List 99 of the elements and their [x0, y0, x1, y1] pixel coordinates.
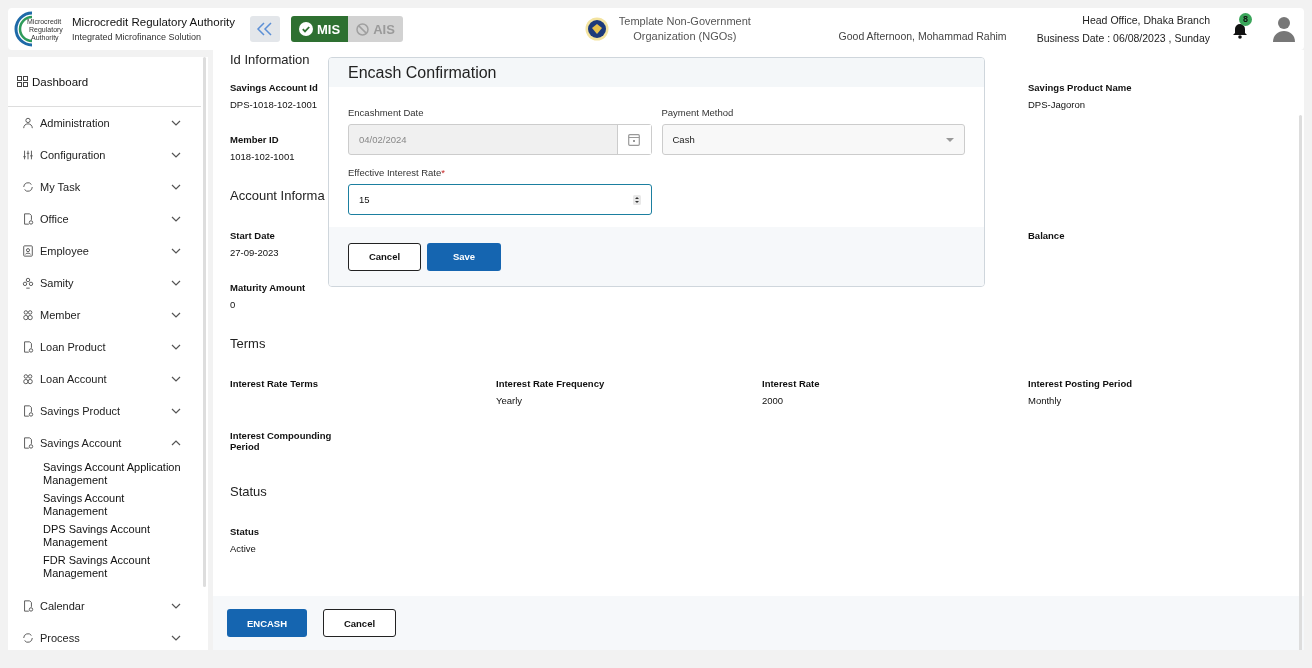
document-gear-icon	[22, 436, 34, 450]
chevron-down-icon	[171, 312, 181, 318]
field-label: Balance	[1028, 230, 1065, 241]
menu-item[interactable]: Office	[8, 203, 201, 235]
document-gear-icon	[22, 599, 34, 613]
chevron-up-icon	[171, 440, 181, 446]
scrollbar[interactable]	[1299, 115, 1302, 650]
people-icon	[22, 372, 34, 386]
organization-name: Template Non-Government Organization (NGOs)	[618, 14, 751, 44]
grid-icon	[17, 76, 28, 87]
notification-count: 8	[1239, 13, 1252, 26]
menu-item[interactable]: Samity	[8, 267, 201, 299]
field-value: 27-09-2023	[230, 247, 279, 258]
field-label: Interest Compounding Period	[230, 430, 333, 452]
sliders-icon	[22, 148, 34, 162]
double-chevron-left-icon	[256, 22, 274, 36]
field-label: Status	[230, 526, 260, 537]
interest-rate-input[interactable]: 15	[348, 184, 652, 215]
id-badge-icon	[22, 244, 34, 258]
scrollbar[interactable]	[203, 57, 206, 587]
chevron-down-icon	[171, 408, 181, 414]
field-value: 0	[230, 299, 236, 310]
chevron-down-icon	[171, 216, 181, 222]
field-label: Interest Rate Terms	[230, 378, 318, 389]
menu-item[interactable]: Member	[8, 299, 201, 331]
section-heading: Status	[230, 483, 267, 501]
prohibited-icon	[356, 22, 370, 36]
field-label: Interest Posting Period	[1028, 378, 1132, 389]
submenu-item[interactable]: DPS Savings Account Management	[43, 523, 183, 549]
business-date: Business Date : 06/08/2023 , Sunday	[1036, 32, 1210, 44]
app-subtitle: Integrated Microfinance Solution	[72, 32, 203, 42]
menu-item[interactable]: Loan Account	[8, 363, 201, 395]
group-icon	[22, 276, 34, 290]
person-gear-icon	[22, 116, 34, 130]
field-value: 1018-102-1001	[230, 151, 295, 162]
cancel-button[interactable]: Cancel	[323, 609, 396, 637]
field-label: Interest Rate Frequency	[496, 378, 605, 389]
section-heading: Id Information	[230, 51, 310, 69]
menu-item[interactable]: Loan Product	[8, 331, 201, 363]
payment-method-dropdown[interactable]: Cash	[661, 124, 965, 155]
field-label: Encashment Date	[348, 107, 425, 118]
field-label: Interest Rate	[762, 378, 820, 389]
chevron-down-icon	[171, 152, 181, 158]
menu-item[interactable]: Administration	[8, 107, 201, 139]
field-label: Savings Account Id	[230, 82, 318, 93]
app-title: Microcredit Regulatory Authority	[72, 16, 236, 28]
submenu-item[interactable]: Savings Account Application Management	[43, 461, 183, 487]
field-value: 2000	[762, 395, 784, 406]
chevron-down-icon	[171, 603, 181, 609]
chevron-down-icon	[171, 344, 181, 350]
field-label: Maturity Amount	[230, 282, 306, 293]
document-gear-icon	[22, 340, 34, 354]
submenu-item[interactable]: Savings Account Management	[43, 492, 183, 518]
menu-item[interactable]: Configuration	[8, 139, 201, 171]
people-icon	[22, 308, 34, 322]
branch-name: Head Office, Dhaka Branch	[1082, 14, 1210, 26]
avatar-silhouette[interactable]	[1272, 16, 1296, 42]
module-tab[interactable]: MIS	[291, 16, 349, 42]
document-gear-icon	[22, 404, 34, 418]
field-value: DPS-1018-102-1001	[230, 99, 318, 110]
chevron-down-icon	[171, 120, 181, 126]
field-label: Start Date	[230, 230, 275, 241]
menu-item[interactable]: Employee	[8, 235, 201, 267]
field-value: Yearly	[496, 395, 523, 406]
circular-arrows-icon	[22, 180, 34, 194]
dialog-title: Encash Confirmation	[329, 58, 984, 87]
dashboard-item[interactable]: Dashboard	[8, 57, 201, 107]
chevron-down-icon	[171, 376, 181, 382]
section-heading: Terms	[230, 335, 266, 353]
menu-item[interactable]: Savings Product	[8, 395, 201, 427]
cancel-button[interactable]: Cancel	[348, 242, 421, 271]
greeting: Good Afternoon, Mohammad Rahim	[838, 30, 1007, 42]
caret-down-icon	[946, 137, 954, 142]
document-gear-icon	[22, 212, 34, 226]
chevron-down-icon	[171, 248, 181, 254]
emblem-icon	[584, 17, 609, 41]
field-label: Savings Product Name	[1028, 82, 1132, 93]
section-heading: Account Informa	[230, 187, 325, 205]
encash-button[interactable]: ENCASH	[227, 609, 307, 637]
check-circle-icon	[299, 22, 313, 36]
save-button[interactable]: Save	[427, 242, 501, 271]
spinner-icon[interactable]	[632, 194, 641, 205]
chevron-down-icon	[171, 635, 181, 641]
collapse-sidebar-button[interactable]	[250, 16, 280, 42]
menu-item[interactable]: Calendar	[8, 590, 201, 622]
field-value: DPS-Jagoron	[1028, 99, 1086, 110]
menu-item[interactable]: My Task	[8, 171, 201, 203]
field-label: Member ID	[230, 134, 279, 145]
submenu-item[interactable]: FDR Savings Account Management	[43, 554, 183, 580]
field-value: Active	[230, 543, 256, 554]
field-label: Effective Interest Rate*	[348, 167, 446, 178]
field-label: Payment Method	[661, 107, 735, 118]
bell-icon[interactable]	[1232, 22, 1248, 40]
field-value: Monthly	[1028, 395, 1062, 406]
chevron-down-icon	[171, 184, 181, 190]
chevron-down-icon	[171, 280, 181, 286]
circular-arrows-icon	[22, 631, 34, 645]
menu-item[interactable]: Savings Account	[8, 427, 201, 459]
menu-item[interactable]: Process	[8, 622, 201, 650]
